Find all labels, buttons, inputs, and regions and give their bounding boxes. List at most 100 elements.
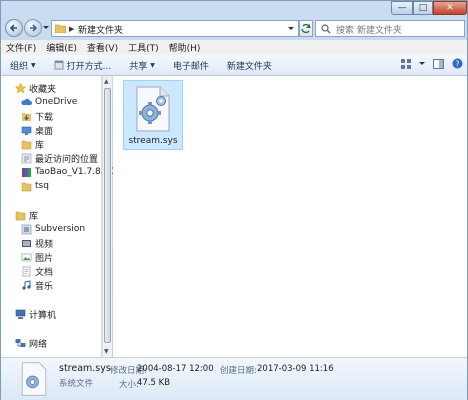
nav-item-label: 图片: [35, 253, 54, 264]
system-file-icon: [136, 86, 170, 132]
nav-scrollbar[interactable]: ▲ ▼: [102, 76, 112, 357]
menu-help[interactable]: 帮助(H): [164, 41, 206, 54]
refresh-icon: [301, 23, 311, 34]
nav-item-library[interactable]: 库: [21, 137, 44, 151]
modified-value: 2004-08-17 12:00: [137, 364, 214, 374]
details-file-name: stream.sys: [59, 363, 111, 374]
nav-network-label: 网络: [29, 339, 48, 350]
forward-button[interactable]: [24, 19, 42, 37]
file-name: stream.sys: [128, 136, 178, 146]
back-button[interactable]: [5, 19, 23, 37]
nav-item-videos[interactable]: 视频: [21, 236, 53, 250]
open-with-button[interactable]: 打开方式...: [45, 59, 121, 72]
menu-view[interactable]: 查看(V): [82, 41, 123, 54]
nav-item-desktop[interactable]: 桌面: [21, 123, 53, 137]
share-label: 共享: [129, 61, 148, 72]
scroll-thumb[interactable]: [104, 88, 111, 343]
view-options-icon[interactable]: [401, 58, 411, 69]
nav-item-label: tsq: [35, 181, 49, 191]
search-icon: [321, 24, 331, 34]
search-box[interactable]: 搜索 新建文件夹: [315, 20, 465, 37]
nav-computer-label: 计算机: [29, 310, 57, 321]
new-folder-label: 新建文件夹: [226, 61, 272, 72]
address-bar[interactable]: ▶ 新建文件夹: [51, 20, 299, 37]
folder-icon: [21, 182, 32, 191]
chevron-down-icon[interactable]: [288, 27, 294, 31]
nav-item-label: 桌面: [35, 126, 54, 137]
menu-tools[interactable]: 工具(T): [123, 41, 164, 54]
nav-item-onedrive[interactable]: OneDrive: [21, 95, 77, 109]
help-icon[interactable]: ?: [452, 58, 463, 69]
cloud-icon: [21, 98, 32, 105]
search-placeholder: 搜索 新建文件夹: [336, 26, 402, 36]
chevron-down-icon[interactable]: [419, 61, 425, 66]
nav-item-music[interactable]: 音乐: [21, 278, 53, 292]
details-pane: stream.sys 系统文件 修改日期: 2004-08-17 12:00 创…: [1, 357, 467, 400]
preview-pane-icon[interactable]: [433, 58, 444, 69]
computer-icon: [15, 309, 26, 319]
refresh-button[interactable]: [299, 20, 313, 37]
share-button[interactable]: 共享 ▼: [120, 59, 164, 72]
nav-item-downloads[interactable]: 下载: [21, 109, 53, 123]
organize-button[interactable]: 组织 ▼: [1, 59, 45, 72]
email-label: 电子邮件: [172, 61, 209, 72]
chevron-down-icon: ▼: [31, 61, 36, 69]
nav-item-label: 最近访问的位置: [35, 154, 99, 165]
nav-libraries-label: 库: [29, 211, 39, 222]
minimize-button[interactable]: —: [391, 1, 413, 15]
nav-favorites[interactable]: 收藏夹: [15, 81, 56, 95]
maximize-button[interactable]: □: [413, 1, 433, 15]
size-value: 47.5 KB: [137, 378, 171, 388]
open-with-icon: [54, 60, 64, 70]
details-file-type: 系统文件: [59, 379, 94, 389]
folder-icon: [55, 24, 66, 33]
size-label: 大小:: [119, 380, 139, 390]
svg-text:?: ?: [455, 60, 459, 69]
address-row: ▶ 新建文件夹 搜索 新建文件夹 — □ ✕: [1, 1, 468, 39]
nav-network[interactable]: 网络: [15, 336, 47, 350]
recent-places-icon: [21, 153, 32, 163]
subversion-icon: [21, 224, 32, 234]
scroll-up-icon[interactable]: ▲: [104, 78, 109, 85]
created-value: 2017-03-09 11:16: [257, 364, 334, 374]
nav-item-label: OneDrive: [35, 97, 78, 107]
new-folder-button[interactable]: 新建文件夹: [218, 59, 281, 72]
scroll-down-icon[interactable]: ▼: [104, 348, 109, 355]
breadcrumb-separator-icon[interactable]: ▶: [69, 25, 74, 33]
nav-item-tsq[interactable]: tsq: [21, 179, 49, 193]
navigation-pane: 收藏夹 OneDrive 下载 桌面 库 最近访问的位置 TaoBao_V1.7…: [1, 76, 120, 357]
libraries-icon: [15, 211, 26, 220]
nav-item-subversion[interactable]: Subversion: [21, 222, 85, 236]
command-toolbar: 组织 ▼ 打开方式... 共享 ▼ 电子邮件 新建文件夹 ?: [1, 55, 467, 76]
menu-file[interactable]: 文件(F): [1, 41, 41, 54]
nav-computer[interactable]: 计算机: [15, 307, 56, 321]
archive-icon: [22, 167, 31, 177]
nav-item-label: Subversion: [35, 224, 86, 234]
nav-item-recent-places[interactable]: 最近访问的位置: [21, 151, 98, 165]
download-folder-icon: [22, 112, 31, 121]
video-icon: [22, 239, 31, 247]
close-button[interactable]: ✕: [433, 1, 467, 15]
documents-icon: [22, 266, 31, 276]
nav-item-label: 库: [35, 140, 45, 151]
nav-favorites-label: 收藏夹: [29, 84, 57, 95]
star-icon: [15, 82, 26, 93]
nav-item-pictures[interactable]: 图片: [21, 250, 53, 264]
network-icon: [15, 338, 26, 347]
created-label: 创建日期:: [220, 366, 257, 376]
recent-pages-chevron-icon[interactable]: [43, 25, 49, 31]
desktop-icon: [21, 126, 32, 135]
explorer-window: ▶ 新建文件夹 搜索 新建文件夹 — □ ✕ 文件(F) 编辑(E) 查看(V)…: [0, 0, 468, 400]
file-item[interactable]: stream.sys: [123, 80, 183, 150]
nav-item-documents[interactable]: 文档: [21, 264, 53, 278]
arrow-left-icon: [9, 24, 17, 32]
menu-bar: 文件(F) 编辑(E) 查看(V) 工具(T) 帮助(H): [1, 40, 467, 55]
menu-edit[interactable]: 编辑(E): [41, 41, 82, 54]
nav-item-label: 文档: [35, 267, 54, 278]
email-button[interactable]: 电子邮件: [164, 59, 218, 72]
breadcrumb-folder[interactable]: 新建文件夹: [78, 23, 123, 36]
pictures-icon: [21, 253, 32, 261]
nav-libraries[interactable]: 库: [15, 208, 38, 222]
window-controls: — □ ✕: [391, 1, 467, 16]
nav-item-label: 下载: [35, 112, 54, 123]
